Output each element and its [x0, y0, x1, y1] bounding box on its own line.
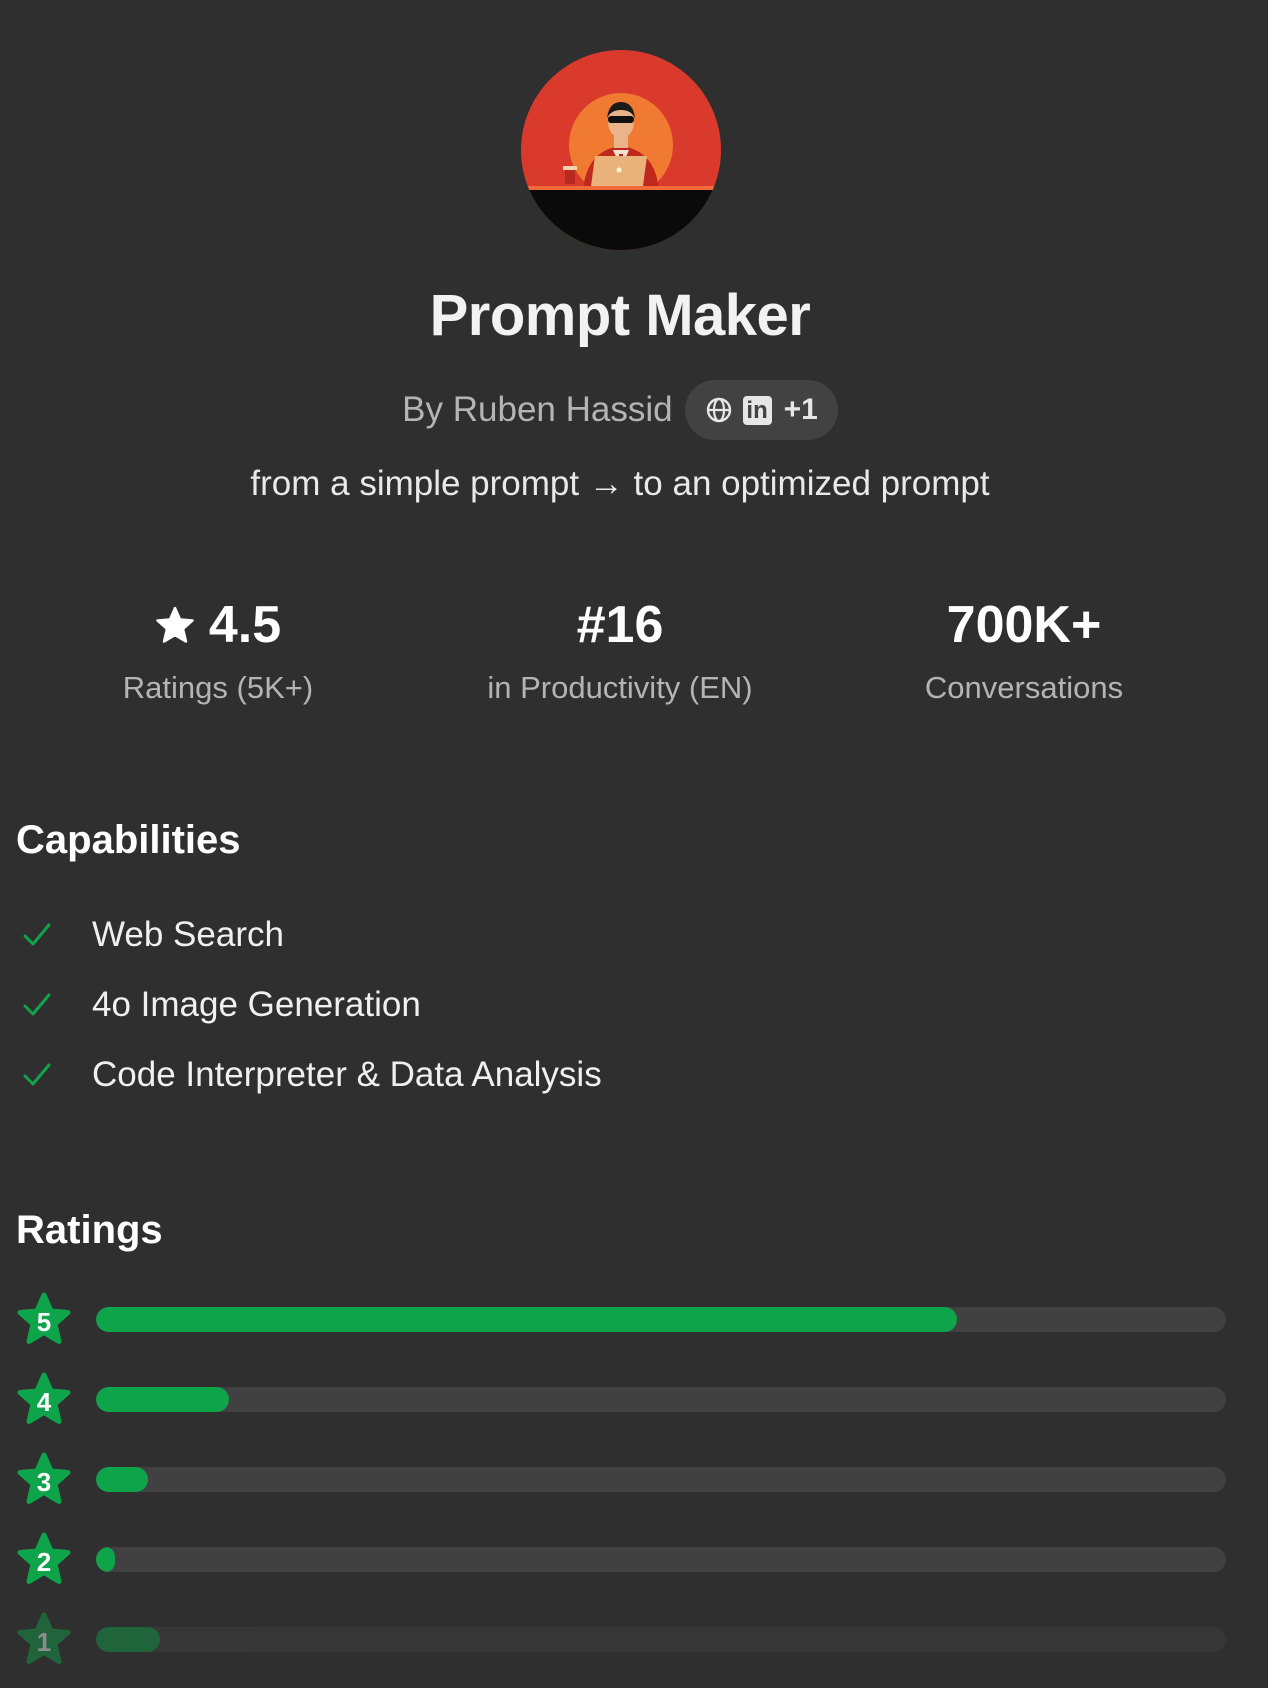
star-badge-icon: 1	[16, 1612, 72, 1668]
stat-rating: 4.5 Ratings (5K+)	[16, 592, 420, 706]
rating-star-number: 3	[36, 1467, 52, 1497]
gpt-title: Prompt Maker	[429, 283, 811, 348]
stat-rank: #16 in Productivity (EN)	[418, 592, 822, 706]
rating-bar-track	[96, 1467, 1226, 1492]
rating-star-number: 4	[36, 1387, 52, 1417]
capability-item: 4o Image Generation	[16, 970, 602, 1040]
rating-bar-track	[96, 1307, 1226, 1332]
stat-rating-label: Ratings (5K+)	[122, 670, 314, 705]
rating-bar-track	[96, 1627, 1226, 1652]
stat-conversations-value: 700K+	[946, 596, 1102, 654]
rating-row-1: 1	[16, 1612, 1226, 1668]
rating-star-number: 5	[36, 1307, 52, 1337]
star-badge-icon: 5	[16, 1292, 72, 1348]
star-badge-icon: 4	[16, 1372, 72, 1428]
capabilities-list: Web Search 4o Image Generation Code Inte…	[16, 900, 602, 1110]
stat-conversations-label: Conversations	[924, 670, 1124, 705]
linkedin-icon: in	[742, 395, 772, 425]
globe-icon	[706, 397, 731, 423]
star-badge-icon: 2	[16, 1532, 72, 1588]
rating-bar-fill	[96, 1627, 161, 1652]
capability-label: 4o Image Generation	[92, 985, 421, 1024]
check-icon	[23, 993, 51, 1016]
more-links-count: +1	[783, 393, 818, 426]
rating-bar-fill	[96, 1387, 230, 1412]
rating-row-5: 5	[16, 1292, 1226, 1348]
author-row: By Ruben Hassid in +1	[0, 380, 1240, 440]
star-icon	[156, 606, 194, 643]
stat-rank-label: in Productivity (EN)	[487, 670, 753, 705]
rating-bar-track	[96, 1547, 1226, 1572]
stat-conversations: 700K+ Conversations	[822, 592, 1226, 706]
capability-label: Code Interpreter & Data Analysis	[92, 1055, 602, 1094]
ratings-heading: Ratings	[16, 1208, 163, 1252]
star-badge-icon: 3	[16, 1452, 72, 1508]
stat-rating-value-row: 4.5	[16, 592, 420, 658]
check-icon	[23, 923, 51, 946]
rating-row-4: 4	[16, 1372, 1226, 1428]
capability-item: Web Search	[16, 900, 602, 970]
capability-label: Web Search	[92, 915, 284, 954]
rating-bar-track	[96, 1387, 1226, 1412]
stat-rating-value: 4.5	[208, 596, 282, 654]
social-links-button[interactable]: in +1	[684, 380, 838, 440]
capabilities-heading: Capabilities	[16, 818, 241, 862]
stat-rank-value: #16	[576, 596, 664, 654]
rating-bar-fill	[96, 1467, 148, 1492]
check-icon	[23, 1063, 51, 1086]
rating-row-3: 3	[16, 1452, 1226, 1508]
rating-bar-fill	[96, 1307, 958, 1332]
rating-bar-fill	[96, 1547, 116, 1572]
author-name: By Ruben Hassid	[402, 390, 673, 429]
gpt-avatar	[521, 50, 721, 250]
gpt-description: from a simple prompt → to an optimized p…	[250, 464, 990, 503]
rating-star-number: 2	[36, 1547, 52, 1577]
rating-row-2: 2	[16, 1532, 1226, 1588]
rating-star-number: 1	[36, 1627, 52, 1657]
capability-item: Code Interpreter & Data Analysis	[16, 1040, 602, 1110]
